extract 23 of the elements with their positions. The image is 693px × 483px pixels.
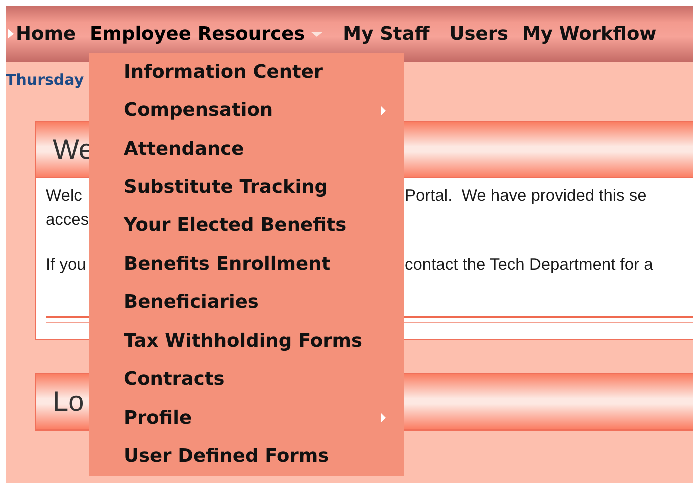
- date-text: Thursday: [6, 71, 84, 89]
- nav-link[interactable]: Home: [16, 24, 76, 44]
- body-text: contact the Tech Department for a: [405, 255, 654, 276]
- menu-item[interactable]: Substitute Tracking: [89, 168, 404, 207]
- menu-item[interactable]: User Defined Forms: [89, 437, 404, 476]
- menu-item[interactable]: Information Center: [89, 53, 404, 92]
- menu-item[interactable]: Tax Withholding Forms: [89, 322, 404, 360]
- menu-item[interactable]: Your Elected Benefits: [89, 206, 404, 246]
- body-text: Welc: [46, 186, 84, 207]
- body-text: Portal. We have provided this se: [405, 186, 648, 207]
- menu-item[interactable]: Contracts: [89, 360, 404, 399]
- card-title: Lo: [53, 386, 84, 418]
- nav-link[interactable]: My Staff: [343, 24, 430, 44]
- nav-link[interactable]: Employee Resources: [90, 24, 306, 44]
- body-text: acces: [46, 210, 89, 231]
- menu-item[interactable]: Beneficiaries: [89, 284, 404, 322]
- menu-item[interactable]: Benefits Enrollment: [89, 245, 404, 284]
- body-text: If you: [46, 255, 88, 276]
- menu-item[interactable]: Compensation: [89, 91, 404, 130]
- nav-link[interactable]: My Workflow: [522, 24, 657, 44]
- nav-link[interactable]: Users: [450, 24, 508, 44]
- menu-item[interactable]: Attendance: [89, 130, 404, 168]
- menu-item[interactable]: Profile: [89, 398, 404, 438]
